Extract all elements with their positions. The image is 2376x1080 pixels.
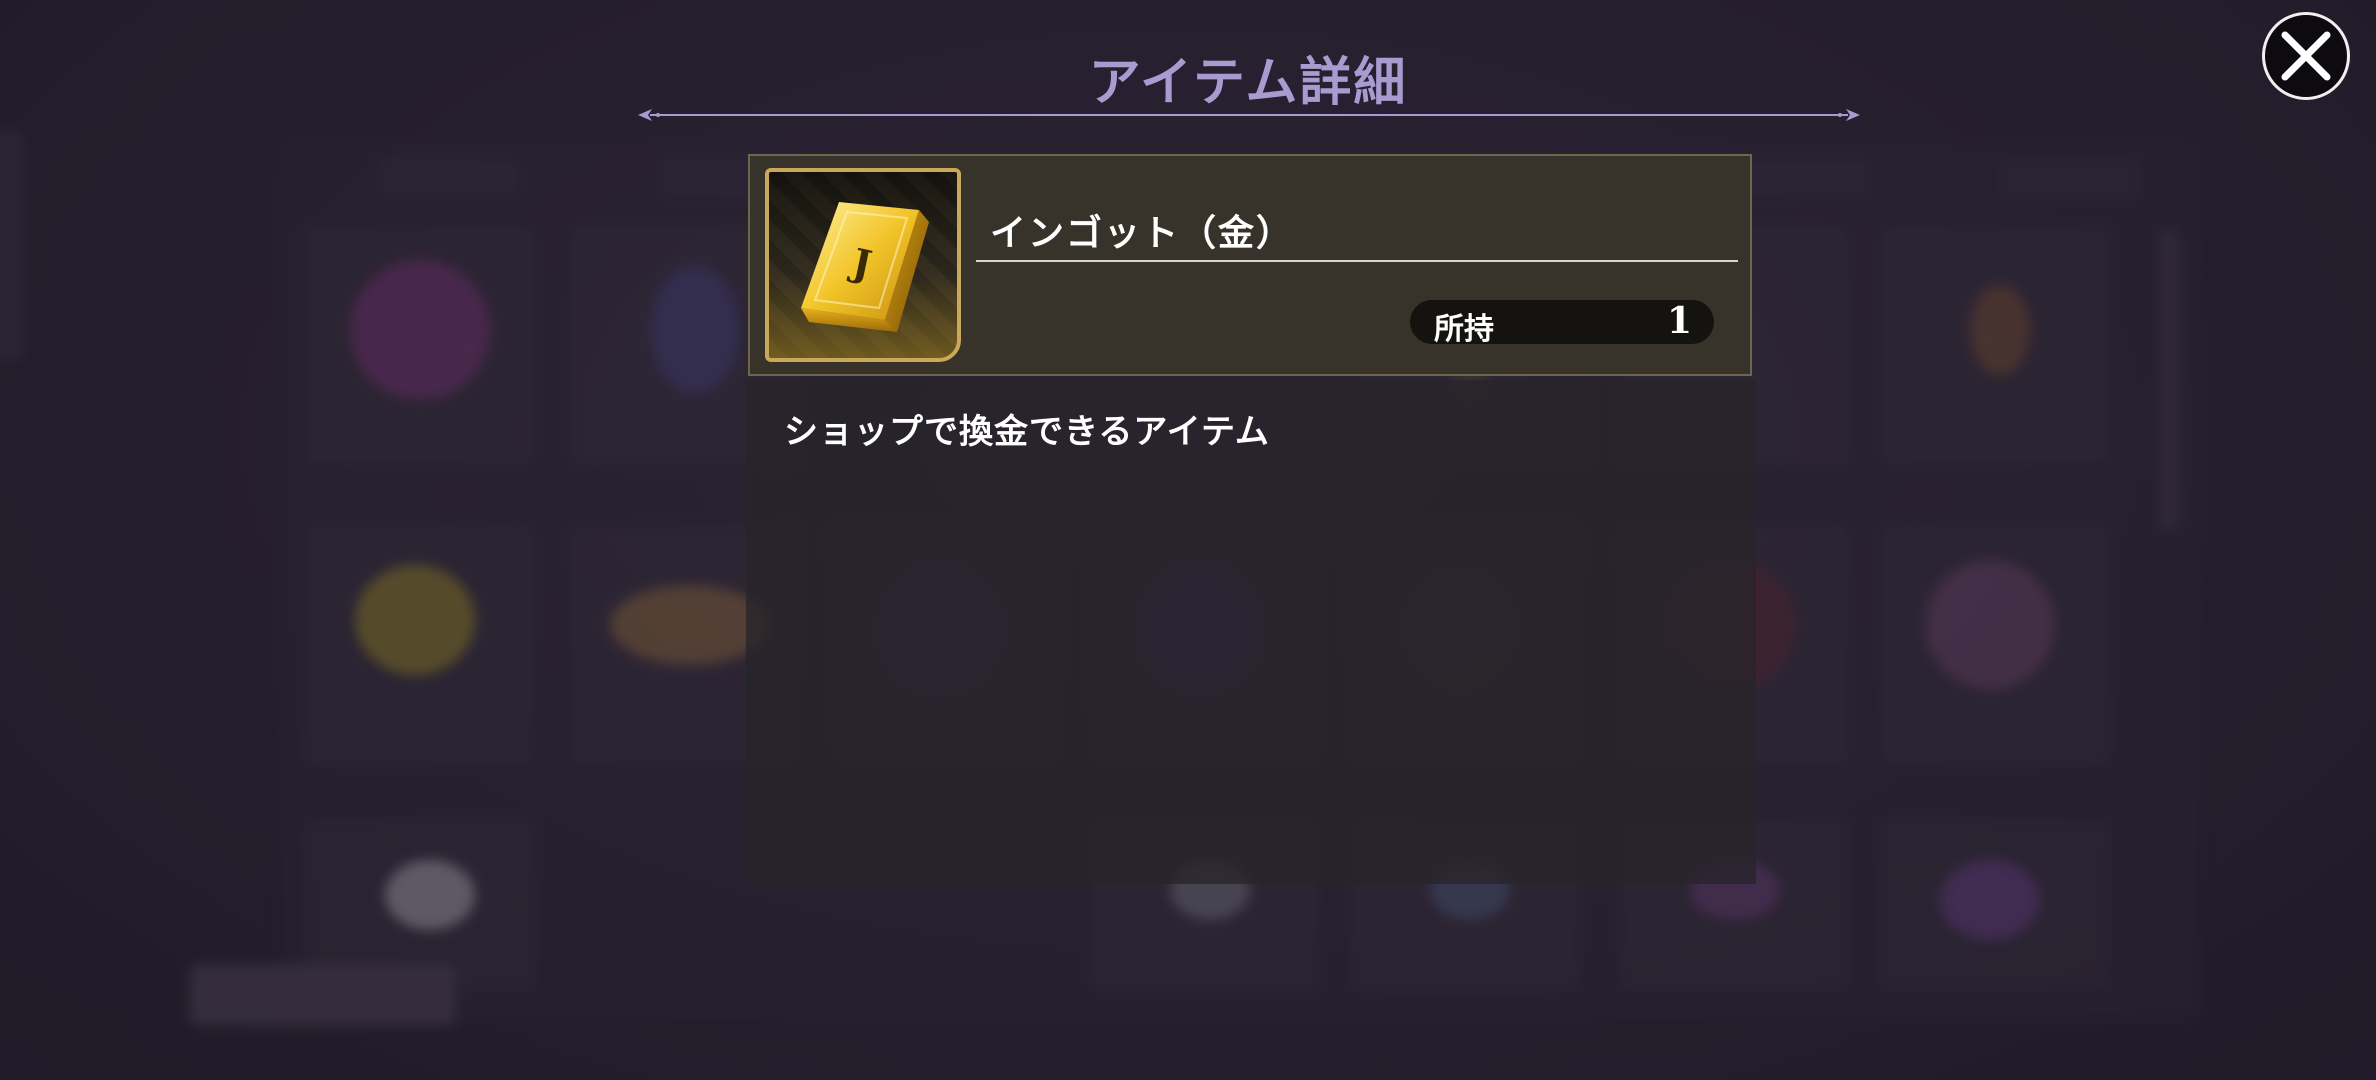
- item-description-box: ショップで換金できるアイテム: [746, 380, 1756, 884]
- owned-label: 所持: [1434, 312, 1494, 347]
- item-detail-dialog: J インゴット（金） 所持 1 ショップで換金できるアイテム: [746, 154, 1756, 884]
- owned-count: 1: [1666, 300, 1692, 342]
- gold-ingot-icon: J: [801, 202, 929, 332]
- page-title: アイテム詳細: [1088, 52, 1408, 113]
- close-button[interactable]: [2262, 12, 2350, 100]
- item-icon-frame: J: [765, 168, 961, 362]
- item-description: ショップで換金できるアイテム: [784, 412, 1270, 452]
- owned-count-badge: 所持 1: [1410, 300, 1714, 347]
- title-divider: [638, 109, 1860, 121]
- name-divider: [976, 260, 1738, 262]
- item-header: J インゴット（金） 所持 1: [748, 154, 1752, 376]
- item-name: インゴット（金）: [990, 212, 1295, 254]
- close-icon: [2281, 31, 2331, 81]
- game-screen: アイテム詳細 J インゴット（金） 所持 1 ショップで換金できるアイテム: [0, 0, 2376, 1080]
